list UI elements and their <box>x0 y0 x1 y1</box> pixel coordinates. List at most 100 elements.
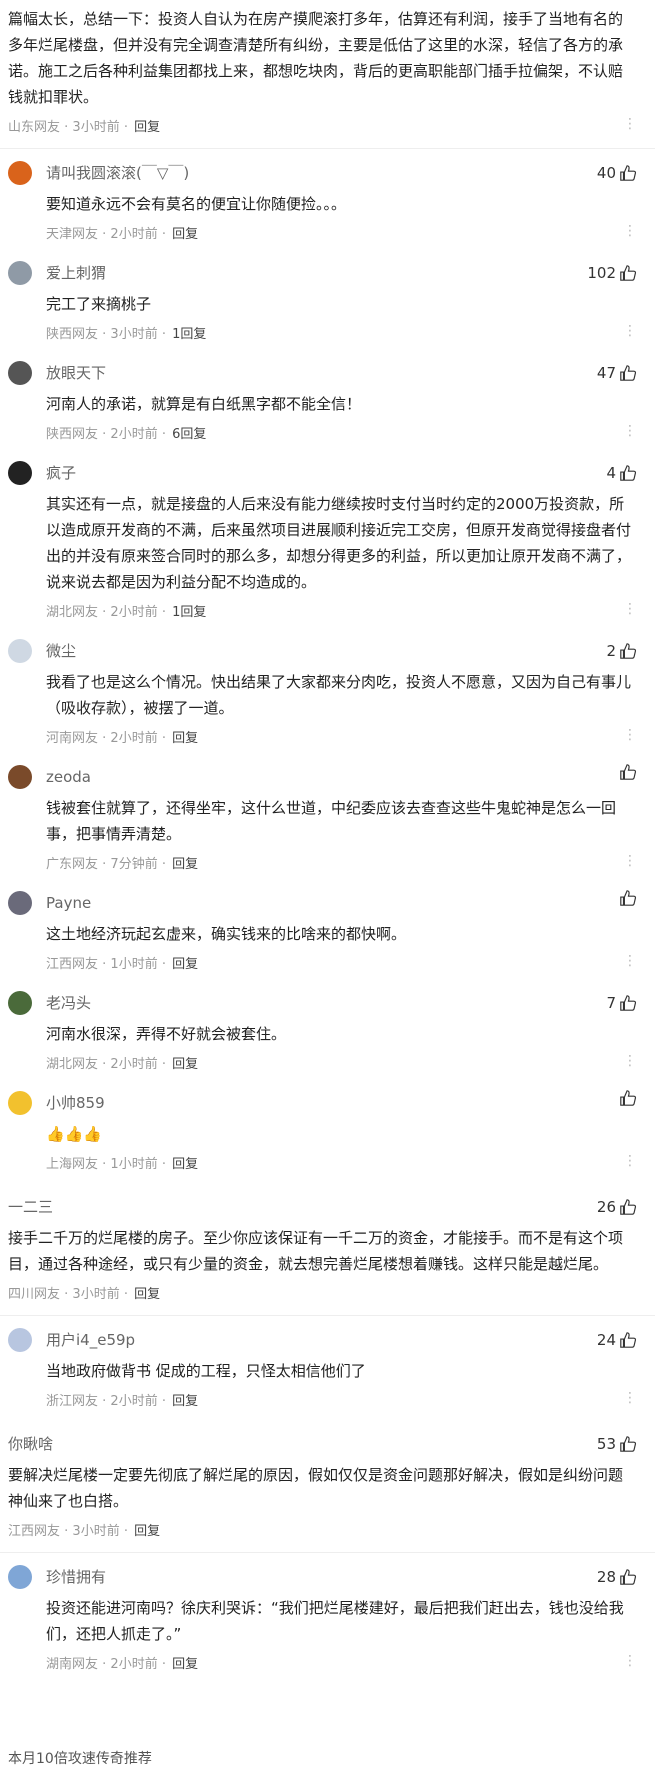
comment-header: 请叫我圆滚滚(￣▽￣) 40 <box>8 159 637 187</box>
reply-button[interactable]: 回复 <box>134 120 160 135</box>
comment-location: 上海网友 <box>46 1157 99 1172</box>
like-count: 7 <box>606 994 616 1012</box>
reply-button[interactable]: 6回复 <box>172 427 206 442</box>
like-count: 40 <box>596 164 616 182</box>
comment-location: 湖北网友 <box>46 1057 99 1072</box>
like-button[interactable] <box>616 1089 637 1107</box>
comment-body: 👍👍👍 <box>46 1125 103 1143</box>
comment-author[interactable]: zeoda <box>46 768 91 786</box>
comment-author[interactable]: 你瞅啥 <box>8 1435 53 1453</box>
comment-feed: 篇幅太长，总结一下：投资人自认为在房产摸爬滚打多年，估算还有利润，接手了当地有名… <box>0 0 655 1679</box>
comment-meta: 江西网友 · 1小时前 · 回复 ⋮ <box>46 951 637 979</box>
comment-author[interactable]: 疯子 <box>46 464 76 482</box>
more-options-icon[interactable]: ⋮ <box>623 725 637 742</box>
like-button[interactable]: 47 <box>597 359 637 387</box>
thumbs-up-icon <box>620 1436 637 1452</box>
like-count: 4 <box>606 464 616 482</box>
comment-body: 河南水很深，弄得不好就会被套住。 <box>46 1025 287 1043</box>
like-count: 53 <box>596 1435 616 1453</box>
comment-meta: 河南网友 · 2小时前 · 回复 ⋮ <box>46 725 637 753</box>
reply-button[interactable]: 1回复 <box>172 605 206 620</box>
avatar[interactable] <box>8 991 32 1015</box>
comment-body: 钱被套住就算了，还得坐牢，这什么世道，中纪委应该去查查这些牛鬼蛇神是怎么一回事，… <box>46 799 617 843</box>
comment-header: 爱上刺猬 102 <box>8 259 637 287</box>
like-button[interactable]: 4 <box>606 459 637 487</box>
reply-button[interactable]: 回复 <box>172 957 198 972</box>
comment-author[interactable]: 爱上刺猬 <box>46 264 106 282</box>
comment-body: 投资还能进河南吗？徐庆利哭诉：“我们把烂尾楼建好，最后把我们赶出去，钱也没给我们… <box>46 1599 624 1643</box>
reply-button[interactable]: 回复 <box>172 857 198 872</box>
avatar[interactable] <box>8 891 32 915</box>
more-options-icon[interactable]: ⋮ <box>623 421 637 438</box>
reply-button[interactable]: 1回复 <box>172 327 206 342</box>
like-button[interactable] <box>616 763 637 781</box>
comment-author[interactable]: 请叫我圆滚滚(￣▽￣) <box>46 164 189 182</box>
avatar[interactable] <box>8 765 32 789</box>
avatar[interactable] <box>8 1565 32 1589</box>
reply-comment: 小帅859 👍👍👍 上海网友 · 1小时前 · 回复 ⋮ <box>0 1079 655 1179</box>
meta-separator: · <box>123 120 133 135</box>
comment-time: 2小时前 <box>110 227 158 242</box>
like-button[interactable]: 2 <box>606 637 637 665</box>
reply-comment: 爱上刺猬 102 完工了来摘桃子 陕西网友 · 3小时前 · 1回复 ⋮ <box>0 249 655 349</box>
comment-author[interactable]: 微尘 <box>46 642 76 660</box>
comment-location: 山东网友 <box>8 120 61 135</box>
like-button[interactable]: 26 <box>597 1193 637 1221</box>
more-options-icon[interactable]: ⋮ <box>623 321 637 338</box>
reply-button[interactable]: 回复 <box>172 1657 198 1672</box>
avatar[interactable] <box>8 361 32 385</box>
like-button[interactable]: 53 <box>597 1430 637 1458</box>
like-button[interactable]: 24 <box>597 1326 637 1354</box>
recommendation-link[interactable]: 本月10倍攻速传奇推荐 <box>8 1748 152 1768</box>
comment-author[interactable]: 小帅859 <box>46 1094 105 1112</box>
like-button[interactable]: 28 <box>597 1563 637 1591</box>
avatar[interactable] <box>8 161 32 185</box>
comment-meta: 湖北网友 · 2小时前 · 回复 ⋮ <box>46 1051 637 1079</box>
comment-author[interactable]: 老冯头 <box>46 994 91 1012</box>
comment-author[interactable]: 放眼天下 <box>46 364 106 382</box>
thumbs-up-icon <box>620 643 637 659</box>
comment-author[interactable]: 一二三 <box>8 1198 53 1216</box>
comment-time: 2小时前 <box>110 605 158 620</box>
more-options-icon[interactable]: ⋮ <box>623 1051 637 1068</box>
reply-button[interactable]: 回复 <box>172 1394 198 1409</box>
comment-author[interactable]: Payne <box>46 894 91 912</box>
reply-button[interactable]: 回复 <box>172 1057 198 1072</box>
avatar[interactable] <box>8 1328 32 1352</box>
avatar[interactable] <box>8 461 32 485</box>
reply-button[interactable]: 回复 <box>172 227 198 242</box>
comment-time: 2小时前 <box>110 731 158 746</box>
more-options-icon[interactable]: ⋮ <box>623 851 637 868</box>
meta-separator: · <box>161 1657 171 1672</box>
comment-header: 放眼天下 47 <box>8 359 637 387</box>
like-button[interactable]: 102 <box>587 259 637 287</box>
more-options-icon[interactable]: ⋮ <box>623 599 637 616</box>
like-button[interactable]: 7 <box>606 989 637 1017</box>
comment-header: 老冯头 7 <box>8 989 637 1017</box>
like-button[interactable] <box>616 889 637 907</box>
reply-button[interactable]: 回复 <box>134 1524 160 1539</box>
more-options-icon[interactable]: ⋮ <box>623 951 637 968</box>
avatar[interactable] <box>8 1091 32 1115</box>
more-options-icon[interactable]: ⋮ <box>623 221 637 238</box>
comment-time: 2小时前 <box>110 427 158 442</box>
comment-author[interactable]: 用户i4_e59p <box>46 1331 135 1349</box>
more-options-icon[interactable]: ⋮ <box>623 1651 637 1668</box>
avatar[interactable] <box>8 261 32 285</box>
thumbs-up-icon <box>620 764 637 780</box>
comment-author[interactable]: 珍惜拥有 <box>46 1568 106 1586</box>
reply-button[interactable]: 回复 <box>134 1287 160 1302</box>
comment-time: 1小时前 <box>110 957 158 972</box>
meta-separator: · <box>161 1157 171 1172</box>
comment-time: 2小时前 <box>110 1057 158 1072</box>
more-options-icon[interactable]: ⋮ <box>623 1388 637 1405</box>
like-button[interactable]: 40 <box>597 159 637 187</box>
reply-button[interactable]: 回复 <box>172 731 198 746</box>
comment-time: 3小时前 <box>110 327 158 342</box>
more-options-icon[interactable]: ⋮ <box>623 114 637 131</box>
thumbs-up-icon <box>620 165 637 181</box>
avatar[interactable] <box>8 639 32 663</box>
more-options-icon[interactable]: ⋮ <box>623 1151 637 1168</box>
comment-location: 陕西网友 <box>46 327 99 342</box>
reply-button[interactable]: 回复 <box>172 1157 198 1172</box>
